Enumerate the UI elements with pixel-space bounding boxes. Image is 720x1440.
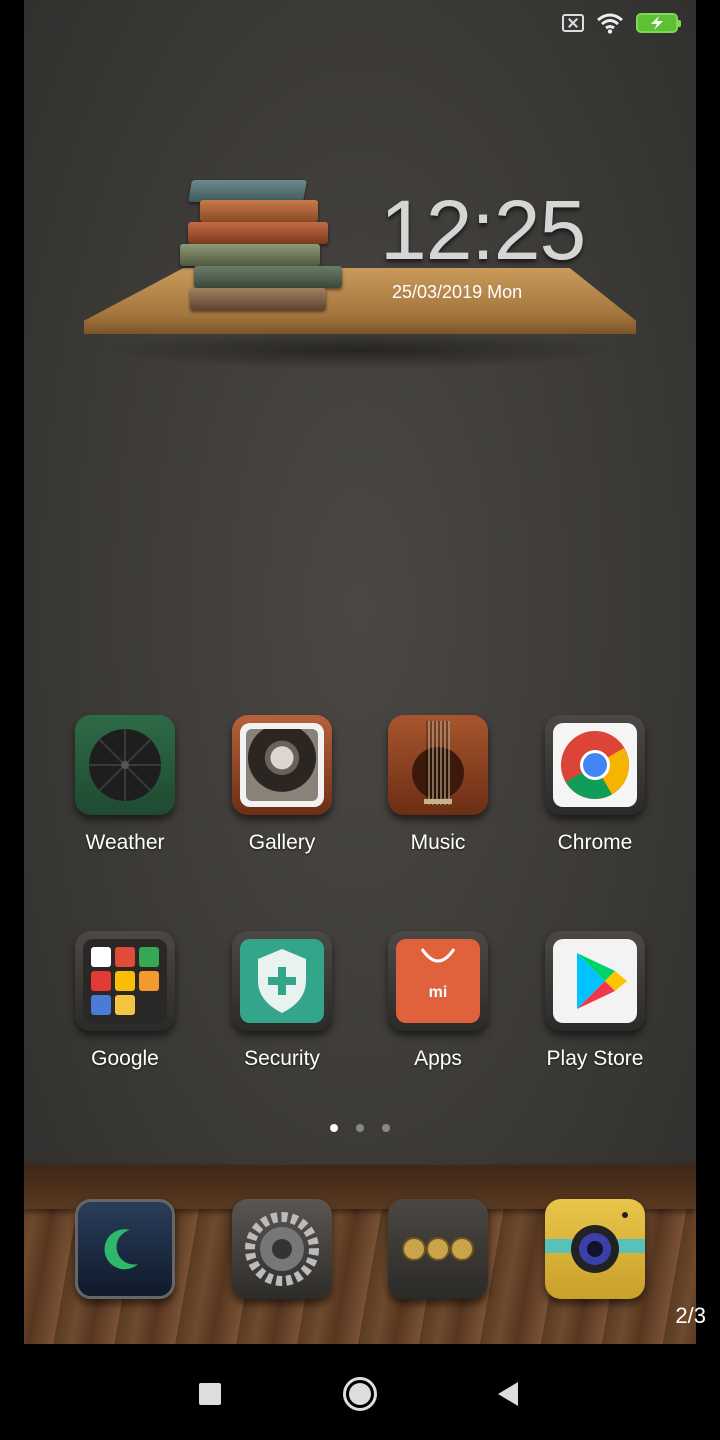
app-label: Weather — [85, 831, 165, 854]
page-dot-active — [330, 1124, 338, 1132]
app-label: Music — [410, 831, 466, 854]
portrait-photo-icon — [232, 715, 332, 815]
status-bar — [562, 10, 681, 36]
umbrella-icon — [75, 715, 175, 815]
no-sim-icon — [562, 14, 584, 32]
home-circle-icon[interactable] — [340, 1374, 380, 1414]
app-label: Security — [244, 1047, 320, 1070]
app-google-folder[interactable]: Google — [55, 931, 195, 1071]
app-label: Google — [91, 1047, 159, 1070]
page-dot — [356, 1124, 364, 1132]
page-dot — [382, 1124, 390, 1132]
navigation-bar — [0, 1344, 720, 1440]
app-chrome[interactable]: Chrome — [525, 715, 665, 855]
app-mi-apps[interactable]: mi Apps — [368, 931, 508, 1071]
app-label: Play Store — [546, 1047, 644, 1070]
guitar-icon — [388, 715, 488, 815]
phone-moon-icon[interactable] — [75, 1199, 175, 1299]
clock-date: 25/03/2019 Mon — [392, 282, 523, 302]
app-label: Gallery — [248, 831, 316, 854]
home-screen: 12:25 25/03/2019 Mon Weather Gallery Mus… — [24, 0, 696, 1344]
mi-shopping-bag-icon: mi — [388, 931, 488, 1031]
app-weather[interactable]: Weather — [55, 715, 195, 855]
app-security[interactable]: Security — [212, 931, 352, 1071]
page-counter: 2/3 — [675, 1303, 706, 1328]
app-label: Chrome — [557, 831, 633, 854]
app-music[interactable]: Music — [368, 715, 508, 855]
battery-charging-icon — [636, 13, 681, 33]
back-triangle-icon[interactable] — [490, 1374, 530, 1414]
svg-text:mi: mi — [429, 984, 448, 1001]
app-gallery[interactable]: Gallery — [212, 715, 352, 855]
shield-plus-icon — [232, 931, 332, 1031]
page-indicator — [24, 1124, 696, 1132]
google-folder-icon — [75, 931, 175, 1031]
play-triangle-icon — [545, 931, 645, 1031]
app-play-store[interactable]: Play Store — [525, 931, 665, 1071]
app-label: Apps — [414, 1047, 462, 1070]
book-stack-image — [150, 170, 342, 320]
dial-counter-icon[interactable] — [388, 1199, 488, 1299]
clock-shelf-widget[interactable]: 12:25 25/03/2019 Mon — [80, 160, 640, 370]
shelf-shadow — [100, 330, 620, 370]
dock — [24, 1165, 696, 1344]
wifi-icon — [597, 13, 623, 34]
camera-icon[interactable] — [545, 1199, 645, 1299]
recents-square-icon[interactable] — [190, 1374, 230, 1414]
clock-time: 12:25 — [380, 183, 586, 277]
gear-settings-icon[interactable] — [232, 1199, 332, 1299]
chrome-icon — [545, 715, 645, 815]
